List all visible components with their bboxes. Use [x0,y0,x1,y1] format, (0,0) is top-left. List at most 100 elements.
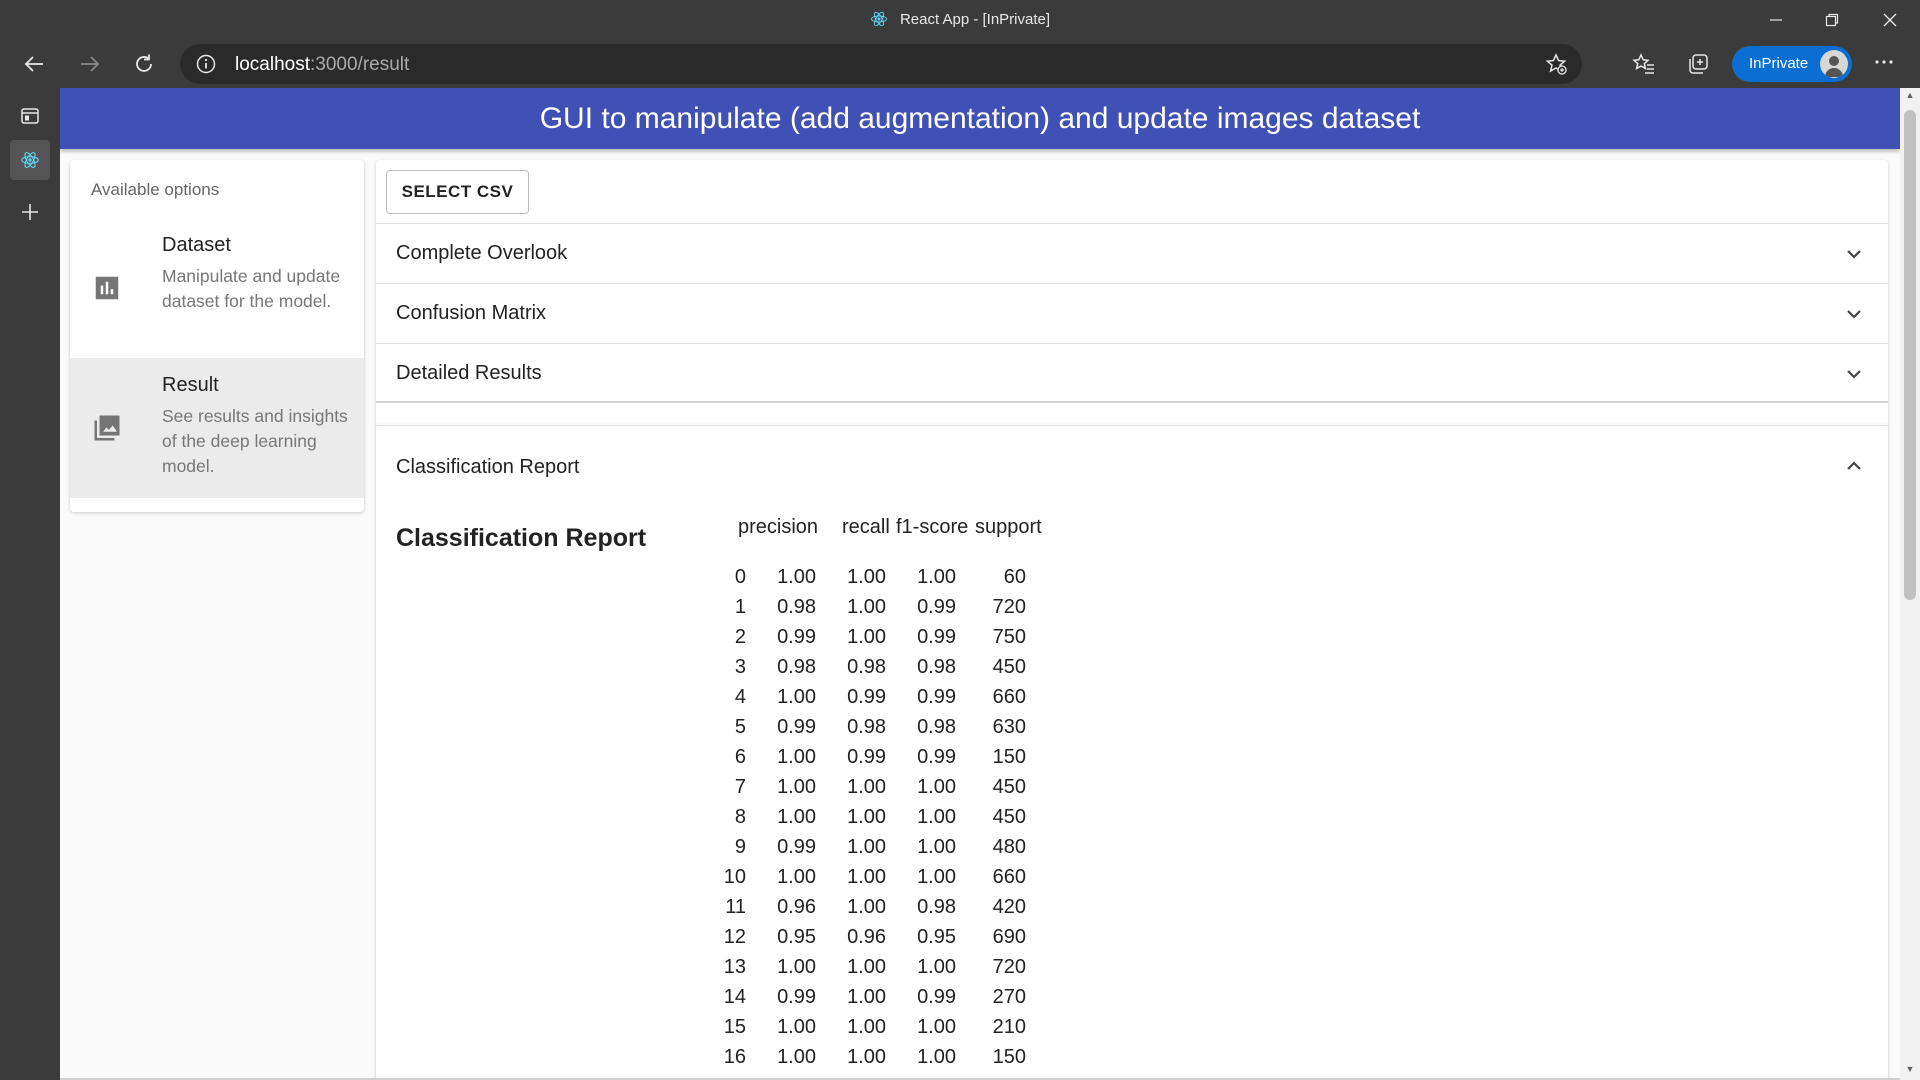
tab-react-app[interactable] [10,140,50,180]
table-cell: 210 [992,1016,1026,1038]
table-cell: 1.00 [777,1016,816,1038]
table-cell: 15 [723,1016,746,1038]
info-icon[interactable] [196,54,216,74]
sidebar-item-description: Manipulate and update dataset for the mo… [162,266,341,311]
table-cell: 0.98 [917,656,956,678]
table-row: 7 1.00 1.00 1.00 450 [716,776,1056,806]
table-cell: 0.99 [917,596,956,618]
inprivate-profile-button[interactable]: InPrivate [1732,46,1852,82]
table-cell: 660 [992,866,1026,888]
column-header: support [975,516,1042,538]
accordion-complete-overlook[interactable]: Complete Overlook [376,223,1888,283]
browser-toolbar: localhost:3000/result InPrivate [0,40,1920,88]
back-button[interactable] [14,44,54,84]
sidebar-item-result[interactable]: Result See results and insights of the d… [70,358,364,498]
table-row: 14 0.99 1.00 0.99 270 [716,986,1056,1016]
table-cell: 1.00 [847,596,886,618]
table-cell: 750 [992,626,1026,648]
table-cell: 0.99 [917,626,956,648]
select-csv-button[interactable]: SELECT CSV [386,170,529,214]
chevron-down-icon [1847,310,1861,319]
table-cell: 4 [734,686,746,708]
accordion-title[interactable]: Classification Report [396,456,579,479]
window-title: React App - [InPrivate] [899,11,1051,28]
table-row: 13 1.00 1.00 1.00 720 [716,956,1056,986]
favorites-icon[interactable] [1632,52,1656,76]
table-cell: 660 [992,686,1026,708]
table-row: 10 1.00 1.00 1.00 660 [716,866,1056,896]
restore-button[interactable] [1804,0,1860,40]
table-cell: 0.96 [777,896,816,918]
table-cell: 5 [734,716,746,738]
column-header: precision [738,516,819,538]
plus-icon [22,204,38,220]
minimize-icon [1770,19,1782,21]
table-cell: 60 [1003,566,1026,588]
table-row: 16 1.00 1.00 1.00 150 [716,1046,1056,1076]
address-bar[interactable]: localhost:3000/result [180,44,1582,84]
table-row: 12 0.95 0.96 0.95 690 [716,926,1056,956]
table-cell: 13 [723,956,746,978]
table-row: 2 0.99 1.00 0.99 750 [716,626,1056,656]
table-cell: 420 [992,896,1026,918]
arrow-left-icon [24,56,43,72]
url-host: localhost [235,54,310,75]
table-cell: 9 [734,836,746,858]
table-row: 6 1.00 0.99 0.99 150 [716,746,1056,776]
table-cell: 450 [992,656,1026,678]
accordion-classification-report: Classification Report Classification Rep… [376,425,1888,1080]
scrollbar-thumb[interactable] [1904,110,1916,600]
react-logo-icon [871,11,887,27]
table-cell: 1.00 [777,806,816,828]
column-header: recall [842,516,890,538]
table-cell: 630 [992,716,1026,738]
sidebar-item-dataset[interactable]: Dataset Manipulate and update dataset fo… [70,218,364,358]
vertical-tabs-panel [0,88,60,1080]
table-row: 15 1.00 1.00 1.00 210 [716,1016,1056,1046]
forward-button[interactable] [70,44,110,84]
table-cell: 1.00 [777,746,816,768]
accordion-title: Complete Overlook [396,242,568,264]
accordion-confusion-matrix[interactable]: Confusion Matrix [376,283,1888,343]
react-logo-icon [21,152,39,168]
collections-icon[interactable] [1686,52,1710,76]
options-subheader: Available options [91,180,220,199]
url-path: :3000/result [310,54,410,75]
tab-actions-button[interactable] [10,96,50,136]
chevron-down-icon [1847,370,1861,379]
table-cell: 0.98 [847,656,886,678]
table-cell: 0.99 [777,626,816,648]
scroll-up-arrow[interactable]: ▲ [1900,90,1920,106]
minimize-button[interactable] [1748,0,1804,40]
scroll-down-arrow[interactable]: ▼ [1900,1064,1920,1080]
table-cell: 0.99 [777,836,816,858]
table-cell: 0.99 [917,986,956,1008]
avatar [1820,50,1848,78]
page-scrollbar[interactable]: ▲ ▼ [1900,88,1920,1080]
table-cell: 1.00 [847,1016,886,1038]
report-heading: Classification Report [396,524,647,552]
table-cell: 1 [734,596,746,618]
chevron-down-icon [1847,250,1861,259]
table-cell: 720 [992,956,1026,978]
table-cell: 270 [992,986,1026,1008]
table-cell: 450 [992,806,1026,828]
accordion-detailed-results[interactable]: Detailed Results [376,343,1888,403]
refresh-button[interactable] [124,44,164,84]
chevron-up-icon[interactable] [1842,454,1866,478]
table-cell: 1.00 [917,806,956,828]
table-cell: 0.95 [917,926,956,948]
table-cell: 0.99 [847,686,886,708]
table-cell: 8 [734,806,746,828]
table-cell: 3 [734,656,746,678]
table-cell: 1.00 [847,956,886,978]
table-cell: 150 [992,1046,1026,1068]
close-window-button[interactable] [1862,0,1918,40]
settings-more-button[interactable] [1868,50,1900,78]
table-cell: 720 [992,596,1026,618]
add-favorite-icon[interactable] [1544,52,1568,76]
new-tab-button[interactable] [10,192,50,232]
table-cell: 480 [992,836,1026,858]
results-panel: SELECT CSV Complete Overlook Confusion M… [376,160,1888,1080]
table-cell: 1.00 [777,1046,816,1068]
